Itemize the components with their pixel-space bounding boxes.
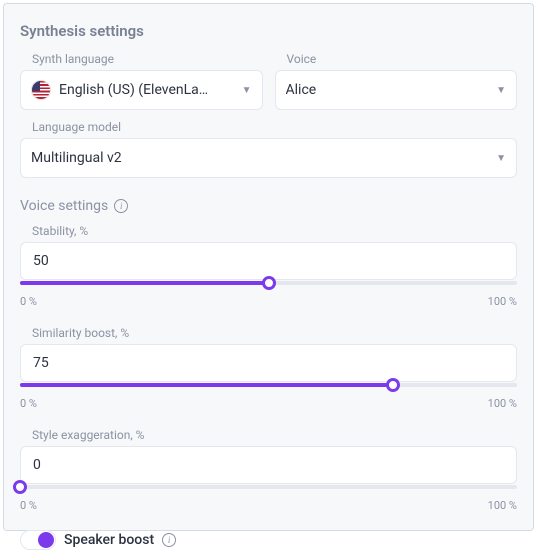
similarity-label: Similarity boost, %	[32, 326, 517, 340]
similarity-slider[interactable]	[20, 379, 517, 393]
voice-field: Voice Alice ▼	[275, 52, 518, 110]
voice-value: Alice	[286, 82, 491, 98]
range-max: 100 %	[488, 295, 517, 308]
range-max: 100 %	[488, 499, 517, 512]
info-icon[interactable]: i	[114, 199, 128, 213]
synth-language-label: Synth language	[32, 52, 263, 66]
language-model-select[interactable]: Multilingual v2 ▼	[20, 138, 517, 178]
speaker-boost-label: Speaker boost	[64, 532, 154, 548]
voice-settings-title: Voice settings	[20, 198, 108, 214]
stability-range: 0 % 100 %	[20, 295, 517, 308]
speaker-boost-toggle[interactable]	[20, 530, 56, 550]
similarity-input[interactable]: 75	[20, 344, 517, 382]
speaker-boost-row: Speaker boost i	[20, 530, 517, 550]
slider-thumb[interactable]	[386, 378, 400, 392]
info-icon[interactable]: i	[162, 533, 176, 547]
similarity-block: Similarity boost, % 75 0 % 100 %	[20, 326, 517, 410]
similarity-range: 0 % 100 %	[20, 397, 517, 410]
toggle-knob	[38, 532, 54, 548]
voice-label: Voice	[287, 52, 518, 66]
slider-fill	[20, 281, 269, 285]
slider-thumb[interactable]	[262, 276, 276, 290]
chevron-down-icon: ▼	[496, 85, 506, 96]
stability-slider[interactable]	[20, 277, 517, 291]
style-block: Style exaggeration, % 0 0 % 100 %	[20, 428, 517, 512]
synth-language-value: English (US) (ElevenLa…	[59, 82, 236, 98]
style-label: Style exaggeration, %	[32, 428, 517, 442]
chevron-down-icon: ▼	[242, 85, 252, 96]
synthesis-settings-panel: Synthesis settings Synth language Englis…	[3, 3, 534, 531]
style-slider[interactable]	[20, 481, 517, 495]
range-max: 100 %	[488, 397, 517, 410]
us-flag-icon	[31, 80, 51, 100]
slider-thumb[interactable]	[13, 480, 27, 494]
language-model-value: Multilingual v2	[31, 150, 490, 166]
row-language-model: Language model Multilingual v2 ▼	[20, 120, 517, 178]
chevron-down-icon: ▼	[496, 153, 506, 164]
stability-block: Stability, % 50 0 % 100 %	[20, 224, 517, 308]
row-lang-voice: Synth language English (US) (ElevenLa… ▼…	[20, 52, 517, 110]
synth-language-select[interactable]: English (US) (ElevenLa… ▼	[20, 70, 263, 110]
style-range: 0 % 100 %	[20, 499, 517, 512]
range-min: 0 %	[20, 397, 37, 410]
section-title: Synthesis settings	[20, 22, 517, 40]
range-min: 0 %	[20, 499, 37, 512]
synth-language-field: Synth language English (US) (ElevenLa… ▼	[20, 52, 263, 110]
slider-fill	[20, 383, 393, 387]
language-model-field: Language model Multilingual v2 ▼	[20, 120, 517, 178]
range-min: 0 %	[20, 295, 37, 308]
voice-settings-header: Voice settings i	[20, 198, 517, 214]
voice-select[interactable]: Alice ▼	[275, 70, 518, 110]
stability-input[interactable]: 50	[20, 242, 517, 280]
style-input[interactable]: 0	[20, 446, 517, 484]
slider-track	[20, 485, 517, 489]
stability-label: Stability, %	[32, 224, 517, 238]
language-model-label: Language model	[32, 120, 517, 134]
